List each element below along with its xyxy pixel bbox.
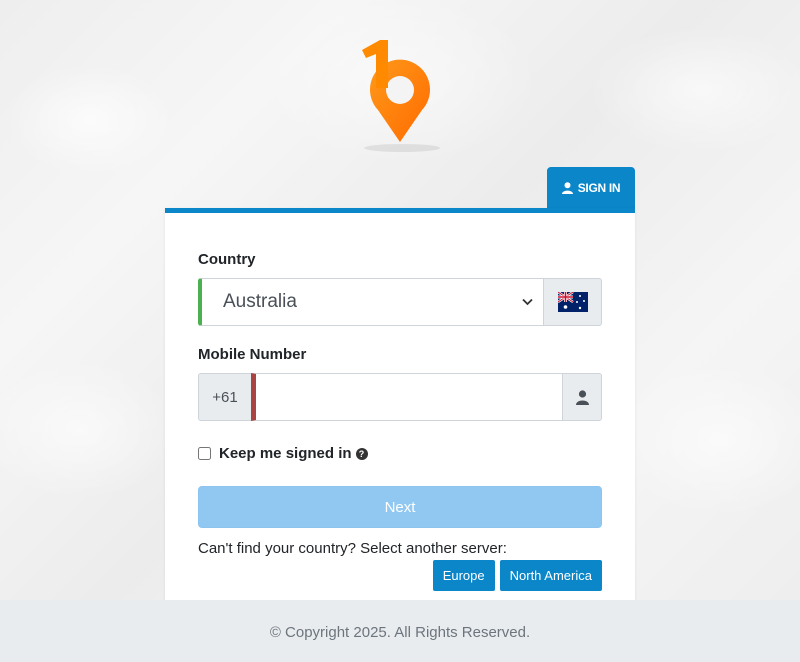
dial-code-prefix: +61 (198, 373, 251, 421)
server-prompt: Can't find your country? Select another … (198, 540, 507, 557)
country-select[interactable]: Australia (198, 278, 544, 326)
mobile-number-input[interactable] (251, 373, 563, 421)
country-flag-addon (544, 278, 602, 326)
country-field-group: Australia (198, 278, 602, 326)
country-label: Country (198, 251, 256, 268)
brand-logo (362, 40, 440, 152)
mobile-label: Mobile Number (198, 346, 307, 363)
north-america-server-button[interactable]: North America (499, 560, 602, 591)
keep-signed-in-label: Keep me signed in (219, 445, 352, 462)
keep-signed-in-row[interactable]: Keep me signed in ? (198, 445, 368, 462)
australia-flag-icon (557, 292, 588, 312)
login-card: Country Australia Mobile Number +61 Keep… (165, 208, 635, 606)
next-button[interactable]: Next (198, 486, 602, 528)
user-icon (561, 182, 573, 194)
tab-sign-in-label: SIGN IN (577, 181, 621, 195)
keep-signed-in-checkbox[interactable] (198, 447, 211, 460)
question-circle-icon[interactable]: ? (355, 447, 368, 460)
user-icon (575, 389, 589, 405)
country-select-value: Australia (223, 291, 297, 312)
server-buttons: Europe North America (432, 560, 602, 591)
mobile-field-group: +61 (198, 373, 602, 421)
tab-sign-in[interactable]: SIGN IN (547, 167, 635, 209)
mobile-user-addon (563, 373, 602, 421)
chevron-down-icon (522, 298, 533, 306)
copyright-text: © Copyright 2025. All Rights Reserved. (269, 624, 531, 641)
europe-server-button[interactable]: Europe (432, 560, 495, 591)
